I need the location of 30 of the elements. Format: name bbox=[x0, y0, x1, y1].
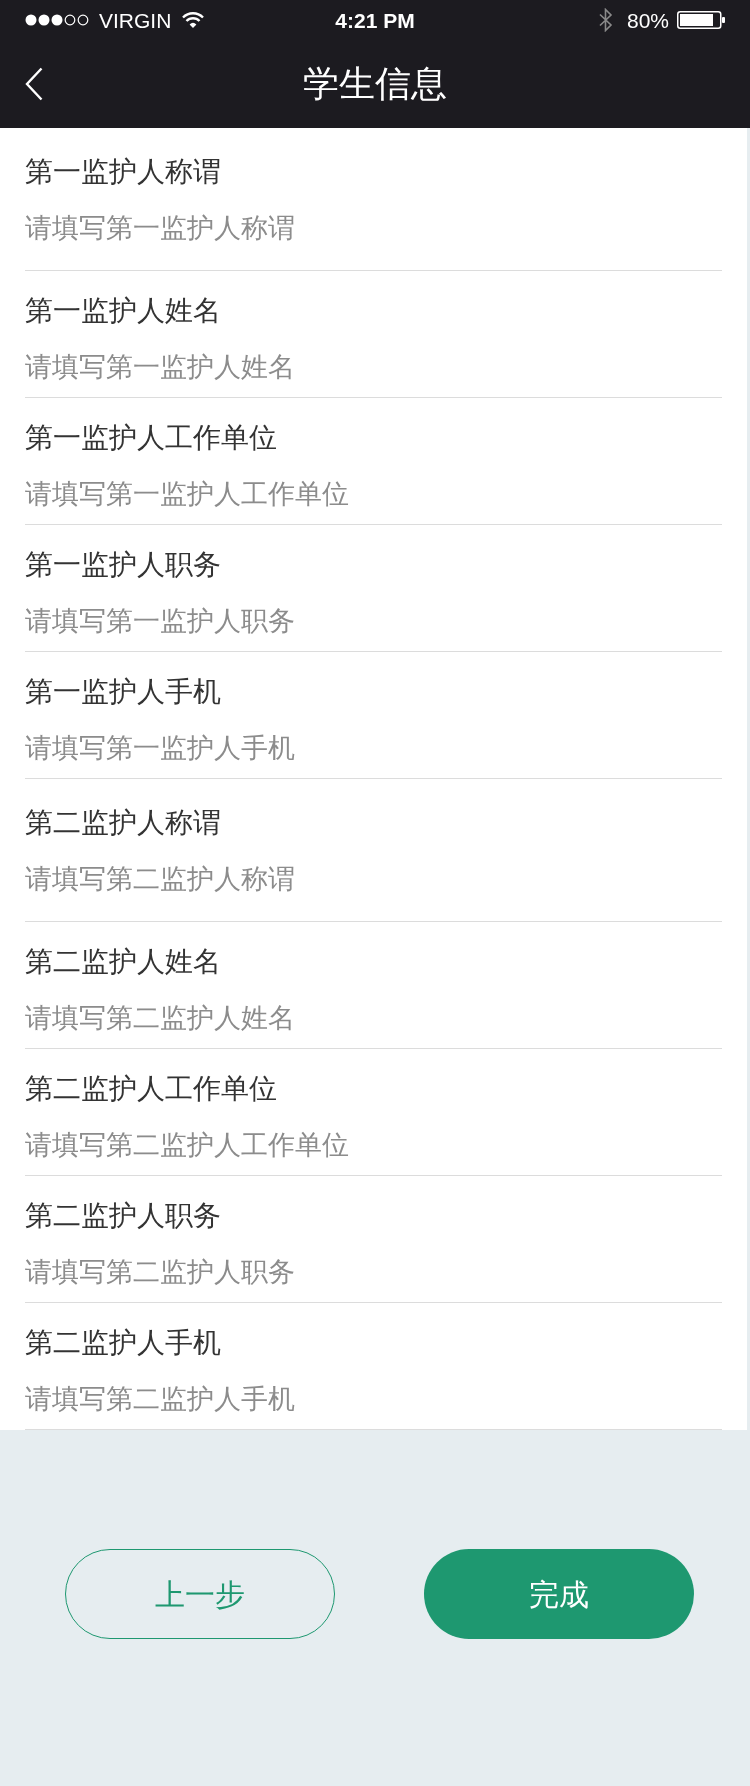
battery-percent: 80% bbox=[626, 9, 669, 31]
input-field[interactable]: 请填写第一监护人称谓 bbox=[25, 208, 722, 248]
input-field[interactable]: 请填写第一监护人工作单位 bbox=[25, 474, 722, 514]
input-field[interactable]: 请填写第二监护人称谓 bbox=[25, 859, 722, 899]
field-label: 第一监护人手机 bbox=[25, 675, 222, 709]
field-label: 第一监护人工作单位 bbox=[25, 421, 278, 455]
finish-button[interactable]: 完成 bbox=[424, 1549, 694, 1639]
carrier-name: VIRGIN bbox=[99, 9, 172, 31]
field-label: 第一监护人称谓 bbox=[25, 155, 222, 189]
battery-icon bbox=[677, 11, 725, 29]
field-label: 第二监护人手机 bbox=[25, 1326, 222, 1360]
input-field[interactable]: 请填写第一监护人姓名 bbox=[25, 347, 722, 387]
status-time: 4:21 PM bbox=[335, 9, 415, 31]
field-label: 第二监护人工作单位 bbox=[25, 1072, 278, 1106]
input-field[interactable]: 请填写第二监护人工作单位 bbox=[25, 1125, 722, 1165]
field-label: 第一监护人职务 bbox=[25, 548, 222, 582]
back-icon bbox=[25, 67, 43, 101]
field-label: 第一监护人姓名 bbox=[25, 294, 222, 328]
field-label: 第二监护人称谓 bbox=[25, 806, 222, 840]
input-field[interactable]: 请填写第一监护人职务 bbox=[25, 601, 722, 641]
input-field[interactable]: 请填写第二监护人手机 bbox=[25, 1379, 722, 1419]
signal-icon bbox=[25, 14, 89, 26]
field-label: 第二监护人姓名 bbox=[25, 945, 222, 979]
wifi-icon bbox=[182, 12, 205, 28]
field-label: 第二监护人职务 bbox=[25, 1199, 222, 1233]
input-field[interactable]: 请填写第一监护人手机 bbox=[25, 728, 722, 768]
input-field[interactable]: 请填写第二监护人职务 bbox=[25, 1252, 722, 1292]
bluetooth-icon bbox=[598, 8, 613, 32]
input-field[interactable]: 请填写第二监护人姓名 bbox=[25, 998, 722, 1038]
page-title: 学生信息 bbox=[303, 66, 447, 102]
